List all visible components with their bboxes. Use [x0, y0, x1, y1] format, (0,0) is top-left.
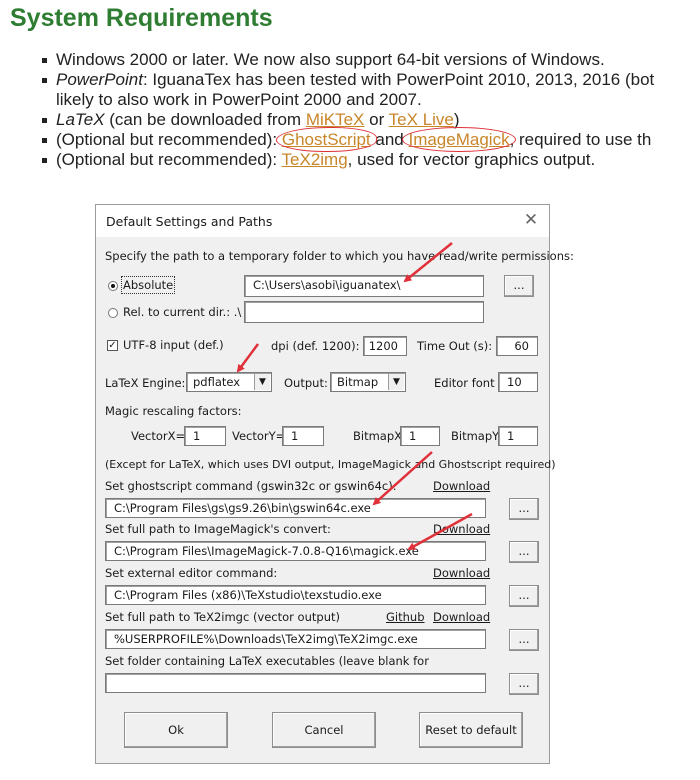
output-value: Bitmap	[337, 375, 379, 389]
absolute-label[interactable]: Absolute	[120, 276, 176, 294]
tex2img-browse-button[interactable]: ...	[509, 629, 539, 651]
req-optional-end: , required to use th	[509, 130, 652, 149]
tex2img-label: Set full path to TeX2imgc (vector output…	[105, 610, 340, 624]
list-item: LaTeX (can be downloaded from MiKTeX or …	[40, 110, 690, 130]
editor-font-field[interactable]: 10	[498, 372, 538, 392]
output-label: Output:	[284, 376, 328, 390]
external-editor-label: Set external editor command:	[105, 566, 278, 580]
vectory-field[interactable]: 1	[282, 426, 324, 446]
req-latex-label: LaTeX	[56, 110, 105, 129]
vectory-label: VectorY=	[232, 429, 286, 443]
ok-button[interactable]: Ok	[124, 712, 228, 748]
temp-folder-prompt: Specify the path to a temporary folder t…	[105, 249, 574, 263]
chevron-down-icon[interactable]: ▼	[254, 374, 270, 390]
bitmapx-label: BitmapX	[353, 429, 403, 443]
req-tex2img-end: , used for vector graphics output.	[347, 150, 596, 169]
timeout-label: Time Out (s):	[417, 339, 493, 353]
output-select[interactable]: Bitmap ▼	[330, 372, 406, 392]
req-powerpoint-text: : IguanaTex has been tested with PowerPo…	[142, 70, 655, 89]
req-powerpoint-continued: likely to also work in PowerPoint 2000 a…	[56, 90, 422, 109]
tex2img-download-link[interactable]: Download	[433, 610, 490, 624]
absolute-browse-button[interactable]: ...	[504, 275, 534, 297]
imagemagick-browse-button[interactable]: ...	[509, 541, 539, 563]
latex-folder-label: Set folder containing LaTeX executables …	[105, 654, 429, 668]
req-optional-text-2: (Optional but recommended):	[56, 150, 282, 169]
editor-browse-button[interactable]: ...	[509, 585, 539, 607]
editor-font-label: Editor font	[434, 376, 495, 390]
ghostscript-browse-button[interactable]: ...	[509, 498, 539, 520]
req-powerpoint-label: PowerPoint	[56, 70, 143, 89]
external-editor-field[interactable]: C:\Program Files (x86)\TeXstudio\texstud…	[105, 585, 486, 605]
imagemagick-link[interactable]: ImageMagick	[408, 130, 509, 149]
except-note: (Except for LaTeX, which uses DVI output…	[105, 458, 556, 471]
ghostscript-path-field[interactable]: C:\Program Files\gs\gs9.26\bin\gswin64c.…	[105, 498, 486, 518]
dpi-label: dpi (def. 1200):	[271, 339, 360, 353]
absolute-radio[interactable]	[108, 281, 118, 291]
absolute-path-field[interactable]: C:\Users\asobi\iguanatex\	[244, 275, 484, 297]
reset-default-button[interactable]: Reset to default	[419, 712, 523, 748]
magic-rescaling-label: Magic rescaling factors:	[105, 404, 242, 418]
list-item: (Optional but recommended): GhostScript …	[40, 130, 690, 150]
utf8-label: UTF-8 input (def.)	[123, 338, 224, 352]
engine-select[interactable]: pdflatex ▼	[186, 372, 272, 392]
vectorx-label: VectorX=	[131, 429, 186, 443]
vectorx-field[interactable]: 1	[184, 426, 226, 446]
close-icon[interactable]: ✕	[519, 208, 543, 232]
page-heading: System Requirements	[10, 4, 273, 32]
cancel-button[interactable]: Cancel	[272, 712, 376, 748]
relative-radio[interactable]	[108, 308, 118, 318]
list-item: PowerPoint: IguanaTex has been tested wi…	[40, 70, 690, 110]
list-item: (Optional but recommended): TeX2img, use…	[40, 150, 690, 170]
editor-download-link[interactable]: Download	[433, 566, 490, 580]
req-optional-text: (Optional but recommended):	[56, 130, 282, 149]
ghostscript-download-link[interactable]: Download	[433, 479, 490, 493]
imagemagick-label: Set full path to ImageMagick's convert:	[105, 522, 331, 536]
bitmapy-label: BitmapY	[451, 429, 500, 443]
tex2img-link[interactable]: TeX2img	[282, 150, 348, 169]
engine-label: LaTeX Engine:	[105, 376, 186, 390]
texlive-link[interactable]: TeX Live	[389, 110, 454, 129]
timeout-field[interactable]: 60	[496, 336, 538, 356]
latex-folder-browse-button[interactable]: ...	[509, 673, 539, 695]
req-windows-text: Windows 2000 or later. We now also suppo…	[56, 50, 605, 69]
utf8-checkbox[interactable]: ✓	[107, 340, 118, 351]
latex-folder-field[interactable]	[105, 673, 486, 693]
ghostscript-link[interactable]: GhostScript	[282, 130, 371, 149]
chevron-down-icon[interactable]: ▼	[388, 374, 404, 390]
settings-dialog: Default Settings and Paths ✕ Specify the…	[95, 204, 574, 764]
dialog-title-bar[interactable]: Default Settings and Paths ✕	[96, 205, 549, 237]
relative-label[interactable]: Rel. to current dir.: .\	[123, 305, 241, 319]
relative-path-field[interactable]	[244, 301, 484, 323]
dpi-field[interactable]: 1200	[363, 336, 407, 356]
imagemagick-path-field[interactable]: C:\Program Files\ImageMagick-7.0.8-Q16\m…	[105, 541, 486, 561]
bitmapx-field[interactable]: 1	[400, 426, 440, 446]
requirements-list: Windows 2000 or later. We now also suppo…	[40, 50, 690, 170]
imagemagick-download-link[interactable]: Download	[433, 522, 490, 536]
req-latex-text: (can be downloaded from	[104, 110, 306, 129]
engine-value: pdflatex	[193, 375, 241, 389]
dialog-title: Default Settings and Paths	[106, 214, 273, 229]
req-latex-or: or	[364, 110, 389, 129]
tex2img-path-field[interactable]: %USERPROFILE%\Downloads\TeX2img\TeX2imgc…	[105, 629, 486, 649]
tex2img-github-link[interactable]: Github	[386, 610, 425, 624]
bitmapy-field[interactable]: 1	[498, 426, 538, 446]
list-item: Windows 2000 or later. We now also suppo…	[40, 50, 690, 70]
ghostscript-label: Set ghostscript command (gswin32c or gsw…	[105, 479, 397, 493]
